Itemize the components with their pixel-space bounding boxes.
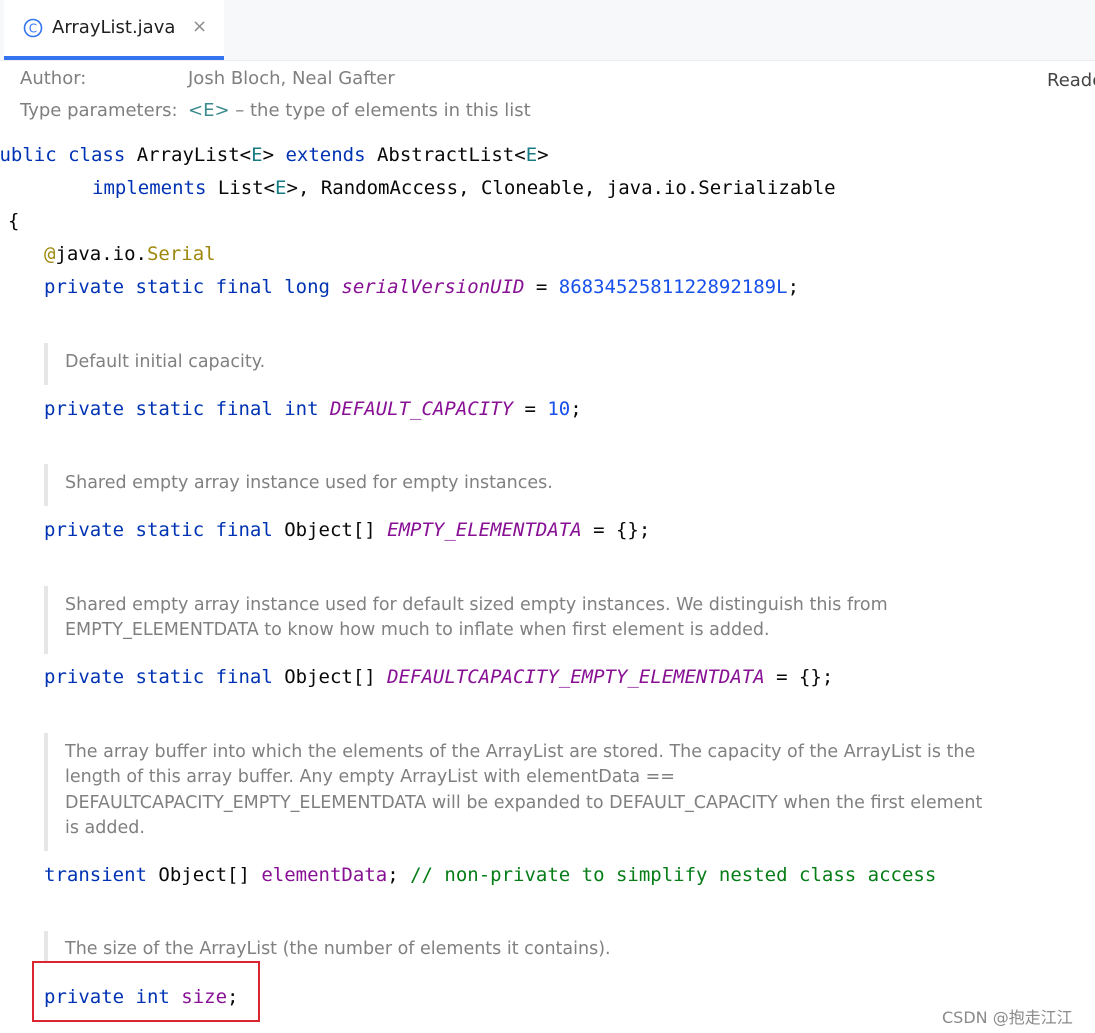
author-label: Author: [20, 68, 87, 89]
doc-text: The size of the ArrayList (the number of… [65, 939, 611, 959]
operator: = [513, 398, 548, 420]
default-capacity-line: private static final int DEFAULT_CAPACIT… [44, 400, 582, 419]
doc-comment-element-data: The array buffer into which the elements… [44, 733, 984, 851]
keyword-extends: extends [285, 144, 377, 166]
line-comment: // non-private to simplify nested class … [410, 864, 937, 886]
class-icon: C [23, 18, 43, 38]
close-icon[interactable]: × [192, 16, 207, 37]
super-class-name: AbstractList< [376, 144, 526, 166]
doc-comment-capacity: Default initial capacity. [44, 343, 984, 385]
annotation-package: java.io. [55, 243, 147, 265]
highlight-annotation-box [32, 961, 260, 1022]
open-brace: { [8, 210, 20, 232]
type-param: E [251, 144, 263, 166]
doc-comment-default-empty-elementdata: Shared empty array instance used for def… [44, 586, 984, 654]
interface-list-rest: >, RandomAccess, Cloneable, java.io.Seri… [286, 177, 836, 199]
initializer: = {}; [581, 519, 651, 541]
semicolon: ; [570, 398, 582, 420]
type-param: E [275, 177, 287, 199]
interface-list: List< [217, 177, 276, 199]
field-name: EMPTY_ELEMENTDATA [387, 519, 582, 541]
doc-comment-empty-elementdata: Shared empty array instance used for emp… [44, 464, 984, 506]
type-param-desc: – the type of elements in this list [229, 100, 531, 121]
field-name: elementData [261, 864, 388, 886]
type-name: Object[] [284, 519, 388, 541]
defaultcapacity-empty-elementdata-line: private static final Object[] DEFAULTCAP… [44, 668, 833, 687]
tab-arraylist-java[interactable]: C ArrayList.java × [4, 0, 224, 60]
doc-comment-size: The size of the ArrayList (the number of… [44, 931, 984, 963]
type-params-value: <E> – the type of elements in this list [188, 100, 531, 121]
type-params-label: Type parameters: [20, 100, 178, 121]
modifiers: private static final long [44, 276, 342, 298]
reader-mode-toggle[interactable]: Reade [1047, 70, 1095, 91]
field-name: DEFAULTCAPACITY_EMPTY_ELEMENTDATA [387, 666, 765, 688]
generic-close: > [262, 144, 286, 166]
class-name: ArrayList< [136, 144, 252, 166]
number-literal: 10 [547, 398, 571, 420]
semicolon: ; [387, 864, 411, 886]
doc-text: Default initial capacity. [65, 352, 266, 372]
element-data-line: transient Object[] elementData; // non-p… [44, 866, 936, 885]
modifiers: private static final int [44, 398, 330, 420]
tab-label: ArrayList.java [52, 17, 176, 38]
keyword-implements: implements [92, 177, 218, 199]
author-value: Josh Bloch, Neal Gafter [188, 68, 395, 89]
serial-version-line: private static final long serialVersionU… [44, 278, 799, 297]
keyword-public-class: public class [0, 144, 137, 166]
svg-text:C: C [29, 22, 37, 36]
generic-close: > [537, 144, 549, 166]
semicolon: ; [787, 276, 800, 298]
doc-text: Shared empty array instance used for emp… [65, 473, 553, 493]
initializer: = {}; [764, 666, 834, 688]
implements-line: implements List<E>, RandomAccess, Clonea… [92, 179, 836, 198]
annotation-line: @java.io.Serial [44, 245, 216, 264]
type-name: Object[] [284, 666, 388, 688]
class-declaration-line: public class ArrayList<E> extends Abstra… [0, 146, 549, 165]
annotation-at: @ [44, 243, 56, 265]
watermark: CSDN @抱走江江 [942, 1008, 1073, 1027]
modifiers: private static final [44, 666, 285, 688]
empty-elementdata-line: private static final Object[] EMPTY_ELEM… [44, 521, 650, 540]
modifier-transient: transient [44, 864, 159, 886]
field-name: DEFAULT_CAPACITY [329, 398, 514, 420]
doc-text: The array buffer into which the elements… [65, 742, 983, 838]
doc-text: Shared empty array instance used for def… [65, 595, 888, 641]
field-name: serialVersionUID [341, 276, 525, 298]
annotation-name: Serial [146, 243, 216, 265]
type-name: Object[] [158, 864, 262, 886]
number-literal: 8683452581122892189L [558, 276, 788, 298]
type-param-name: <E> [188, 100, 230, 121]
editor-tab-bar: C ArrayList.java × [0, 0, 1095, 61]
type-param: E [525, 144, 538, 166]
modifiers: private static final [44, 519, 285, 541]
operator: = [524, 276, 559, 298]
